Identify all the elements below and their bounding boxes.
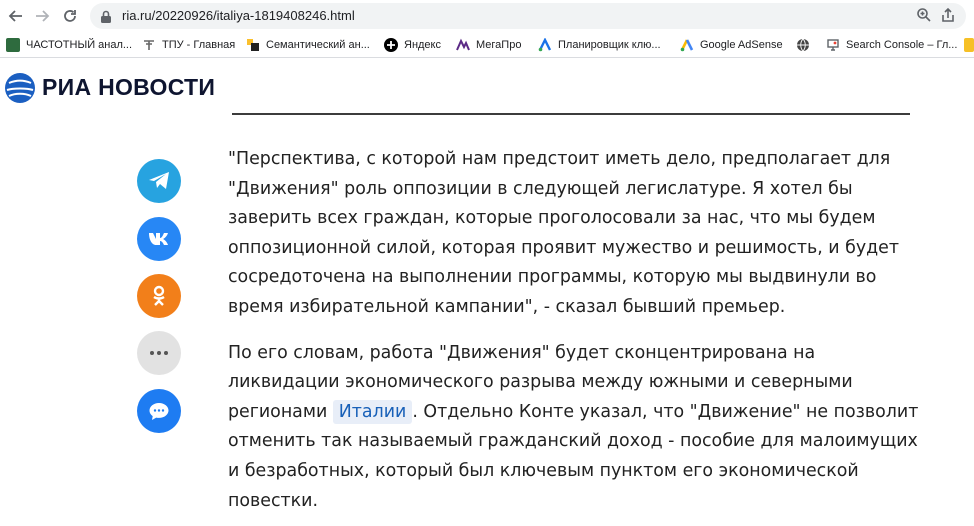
bookmark-label: Google AdSense — [700, 39, 783, 51]
search-console-favicon — [826, 38, 840, 52]
header-divider — [232, 113, 910, 115]
bookmark-semantic[interactable]: Семантический ан... — [246, 37, 370, 53]
adsense-favicon — [680, 38, 694, 52]
url-text[interactable]: ria.ru/20220926/italiya-1819408246.html — [122, 8, 355, 23]
chastotny-favicon — [6, 38, 20, 52]
share-telegram-button[interactable] — [137, 159, 181, 203]
odnoklassniki-icon — [151, 285, 167, 307]
ria-logo-icon[interactable] — [4, 72, 36, 104]
bookmark-label: ТПУ - Главная — [162, 39, 236, 51]
browser-toolbar: ria.ru/20220926/italiya-1819408246.html — [0, 0, 974, 32]
article-paragraph-economy: По его словам, работа "Движения" будет с… — [228, 339, 928, 517]
bookmark-yandex[interactable]: Яндекс — [384, 37, 441, 53]
google-ads-favicon — [538, 37, 552, 52]
bookmark-label: Планировщик клю... — [558, 39, 661, 51]
lock-icon[interactable] — [100, 9, 112, 28]
comments-button[interactable] — [137, 389, 181, 433]
site-logo-text[interactable]: РИА НОВОСТИ — [42, 74, 215, 101]
forward-arrow-icon[interactable] — [32, 6, 52, 26]
share-more-button[interactable] — [137, 331, 181, 375]
bookmark-keyword-planner[interactable]: Планировщик клю... — [538, 37, 661, 53]
bookmark-label: МегаПро — [476, 39, 522, 51]
folder-icon — [964, 38, 974, 52]
globe-favicon — [796, 38, 810, 52]
back-arrow-icon[interactable] — [6, 6, 26, 26]
bookmark-label: Search Console – Гл... — [846, 39, 958, 51]
comment-bubble-icon — [148, 401, 170, 421]
article-body: "Перспектива, с которой нам предстоит им… — [228, 145, 928, 516]
tpu-favicon — [142, 38, 156, 52]
address-bar[interactable]: ria.ru/20220926/italiya-1819408246.html — [90, 3, 966, 29]
bookmark-label: Яндекс — [404, 39, 441, 51]
article-paragraph-quote: "Перспектива, с которой нам предстоит им… — [228, 149, 899, 317]
share-page-icon[interactable] — [940, 7, 956, 27]
more-dots-icon — [149, 350, 169, 356]
semantic-favicon — [246, 38, 260, 52]
bookmarks-more[interactable] — [964, 37, 974, 53]
italy-tag-link[interactable]: Италии — [332, 399, 413, 424]
vk-icon — [148, 232, 170, 246]
zoom-icon[interactable] — [916, 7, 932, 27]
share-ok-button[interactable] — [137, 274, 181, 318]
yandex-favicon — [384, 38, 398, 52]
bookmarks-bar: ЧАСТОТНЫЙ анал... ТПУ - Главная Семантич… — [0, 32, 974, 58]
bookmark-globe[interactable] — [796, 37, 816, 53]
bookmark-search-console[interactable]: Search Console – Гл... — [826, 37, 957, 53]
bookmark-adsense[interactable]: Google AdSense — [680, 37, 783, 53]
reload-icon[interactable] — [60, 6, 80, 26]
bookmark-label: ЧАСТОТНЫЙ анал... — [26, 39, 133, 51]
bookmark-tpu[interactable]: ТПУ - Главная — [142, 37, 235, 53]
bookmark-label: Семантический ан... — [266, 39, 370, 51]
megapro-favicon — [456, 38, 470, 52]
site-header: РИА НОВОСТИ — [0, 58, 974, 114]
bookmark-chastotny[interactable]: ЧАСТОТНЫЙ анал... — [6, 37, 132, 53]
bookmark-megapro[interactable]: МегаПро — [456, 37, 521, 53]
telegram-icon — [148, 171, 170, 191]
share-vk-button[interactable] — [137, 217, 181, 261]
